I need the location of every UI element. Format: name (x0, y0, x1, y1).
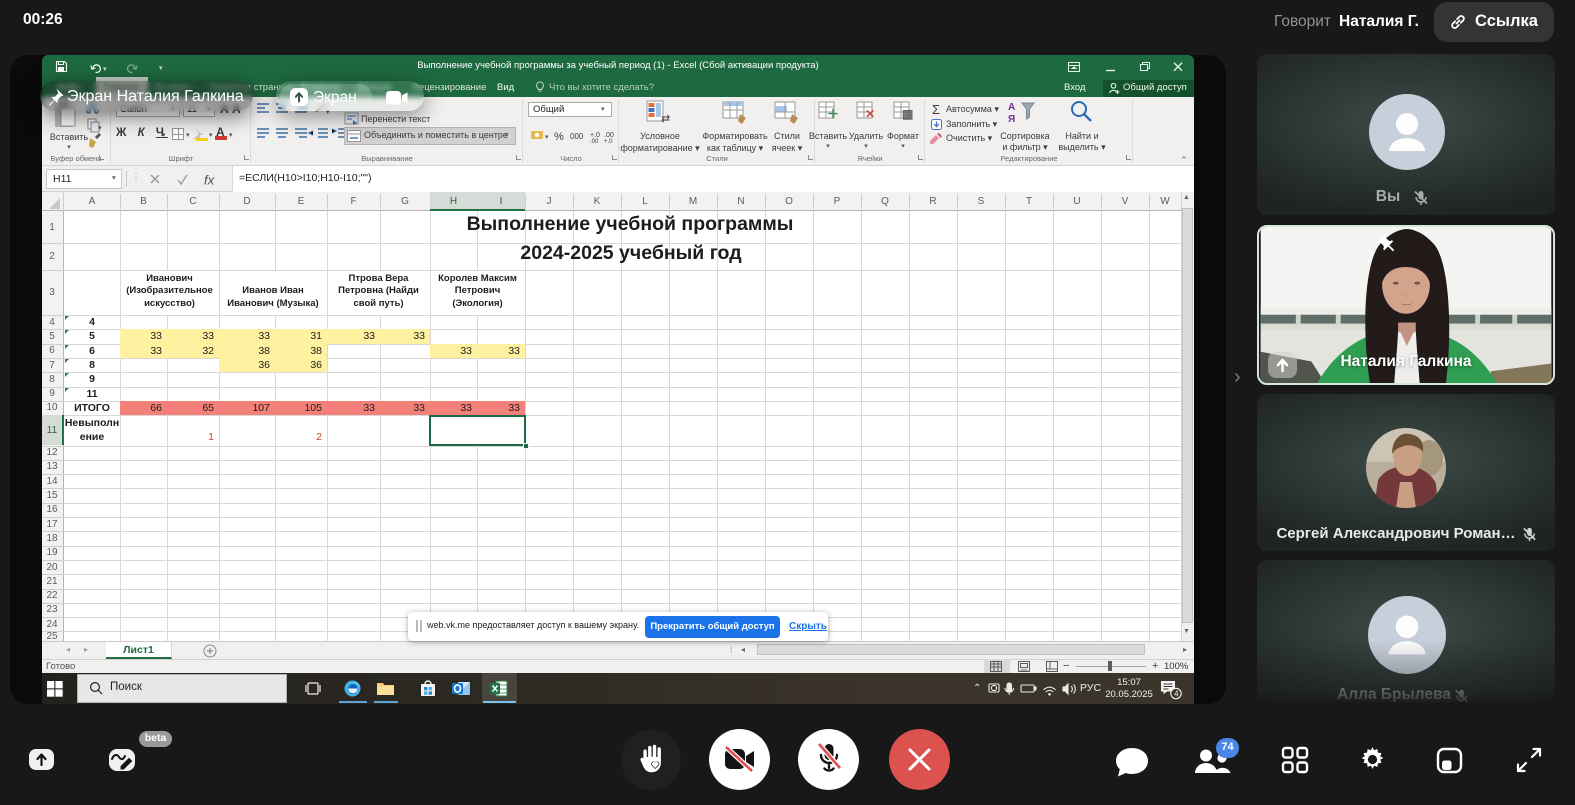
svg-text:4: 4 (1174, 690, 1179, 699)
svg-text:＋: ＋ (827, 107, 839, 121)
svg-text:fx: fx (204, 173, 215, 188)
svg-text:▾: ▾ (186, 132, 190, 139)
svg-text:⇄: ⇄ (661, 113, 670, 125)
svg-text:000: 000 (570, 132, 584, 141)
svg-text:Я: Я (1008, 114, 1015, 124)
svg-text:%: % (554, 131, 564, 143)
svg-text:+.0: +.0 (590, 132, 600, 139)
svg-text:А: А (1008, 102, 1015, 113)
svg-text:▾: ▾ (545, 134, 549, 141)
svg-text:▦: ▦ (902, 107, 913, 121)
svg-text:.00: .00 (590, 139, 599, 144)
svg-text:✕: ✕ (865, 107, 875, 121)
svg-text:▾: ▾ (98, 125, 102, 132)
svg-text:▾: ▾ (209, 132, 213, 139)
